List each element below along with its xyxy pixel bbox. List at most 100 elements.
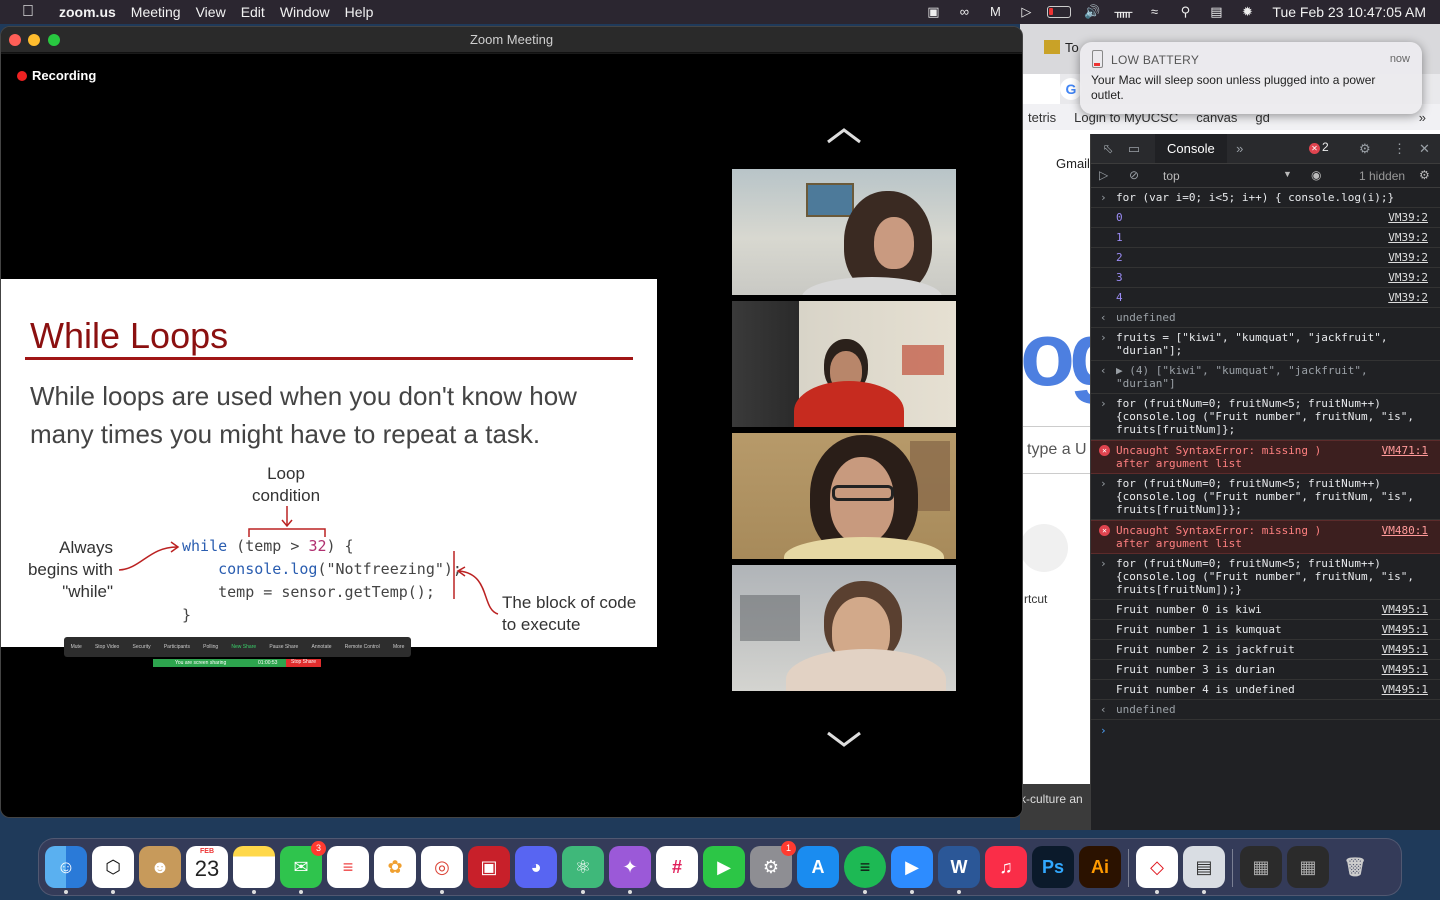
dock-reminders-icon[interactable]: ≡: [327, 846, 369, 888]
source-link[interactable]: VM495:1: [1382, 623, 1428, 636]
close-window-button[interactable]: [9, 34, 21, 46]
dock-photoshop-icon[interactable]: Ps: [1032, 846, 1074, 888]
participant-video-tile[interactable]: [732, 565, 956, 691]
siri-icon[interactable]: ✹: [1237, 5, 1257, 19]
console-row[interactable]: 0 VM39:2: [1091, 208, 1440, 228]
app-menu[interactable]: zoom.us: [59, 4, 128, 20]
participant-video-tile[interactable]: [732, 301, 956, 427]
dock-system-preferences-icon[interactable]: ⚙ 1: [750, 841, 796, 888]
console-row[interactable]: › fruits = ["kiwi", "kumquat", "jackfruit…: [1091, 328, 1440, 361]
dock-messages-icon[interactable]: ✉ 3: [280, 841, 326, 894]
console-row[interactable]: › for (fruitNum=0; fruitNum<5; fruitNum++…: [1091, 554, 1440, 600]
console-row[interactable]: ‹ ▶ (4) ["kiwi", "kumquat", "jackfruit", …: [1091, 361, 1440, 394]
console-row[interactable]: 1 VM39:2: [1091, 228, 1440, 248]
creative-cloud-icon[interactable]: ∞: [954, 5, 974, 19]
console-row[interactable]: Fruit number 1 is kumquat VM495:1: [1091, 620, 1440, 640]
bookmarks-overflow-icon[interactable]: »: [1419, 110, 1426, 125]
menu-help[interactable]: Help: [345, 4, 386, 20]
dock-atom-icon[interactable]: ⚛: [562, 846, 604, 894]
source-link[interactable]: VM495:1: [1382, 683, 1428, 696]
sidebar-toggle-icon[interactable]: ▷: [1099, 168, 1108, 182]
menu-view[interactable]: View: [196, 4, 238, 20]
console-row[interactable]: Fruit number 0 is kiwi VM495:1: [1091, 600, 1440, 620]
dock-finder-icon[interactable]: ☺: [45, 846, 87, 894]
malwarebytes-icon[interactable]: M: [985, 5, 1005, 19]
add-shortcut-label[interactable]: rtcut: [1024, 592, 1047, 606]
more-tabs-icon[interactable]: »: [1227, 141, 1253, 156]
settings-gear-icon[interactable]: ⚙: [1359, 141, 1371, 157]
source-link[interactable]: VM495:1: [1382, 643, 1428, 656]
dock-facetime-icon[interactable]: ▶: [703, 846, 745, 888]
minimize-window-button[interactable]: [28, 34, 40, 46]
dock-photos-icon[interactable]: ✿: [374, 846, 416, 888]
source-link[interactable]: VM495:1: [1382, 663, 1428, 676]
console-row[interactable]: ‹ undefined: [1091, 308, 1440, 328]
console-row[interactable]: 4 VM39:2: [1091, 288, 1440, 308]
dock-music-icon[interactable]: ♫: [985, 846, 1027, 888]
console-row[interactable]: Fruit number 4 is undefined VM495:1: [1091, 680, 1440, 700]
low-battery-notification[interactable]: LOW BATTERY now Your Mac will sleep soon…: [1080, 42, 1422, 114]
ucsc-tab[interactable]: To: [1044, 40, 1079, 55]
dock-photo-booth-icon[interactable]: ▣: [468, 846, 510, 888]
kebab-menu-icon[interactable]: ⋮: [1393, 141, 1406, 157]
console-row[interactable]: › for (fruitNum=0; fruitNum<5; fruitNum++…: [1091, 394, 1440, 440]
tab-console[interactable]: Console: [1155, 134, 1227, 163]
console-row[interactable]: 3 VM39:2: [1091, 268, 1440, 288]
console-row[interactable]: ‹ undefined: [1091, 700, 1440, 720]
device-toolbar-icon[interactable]: ▭: [1121, 141, 1147, 157]
bluetooth-icon[interactable]: ᚅ: [1113, 5, 1133, 19]
inspect-element-icon[interactable]: ⬁: [1095, 141, 1121, 157]
source-link[interactable]: VM471:1: [1382, 444, 1428, 457]
dock-window-icon[interactable]: ▦: [1240, 846, 1282, 888]
gallery-scroll-down-icon[interactable]: [824, 729, 864, 749]
dock-github-desktop-icon[interactable]: ✦: [609, 846, 651, 894]
source-link[interactable]: VM480:1: [1382, 524, 1428, 537]
menubar-clock[interactable]: Tue Feb 23 10:47:05 AM: [1272, 4, 1426, 20]
participant-video-tile[interactable]: [732, 169, 956, 295]
bookmark-tetris[interactable]: tetris: [1028, 110, 1056, 125]
spotlight-search-icon[interactable]: ⚲: [1175, 5, 1195, 19]
control-center-icon[interactable]: ▤: [1206, 5, 1226, 19]
menu-window[interactable]: Window: [280, 4, 342, 20]
console-prompt-input[interactable]: ›: [1091, 720, 1440, 737]
screen-record-icon[interactable]: ▣: [923, 5, 943, 19]
source-link[interactable]: VM39:2: [1388, 291, 1428, 304]
hidden-count[interactable]: 1 hidden: [1359, 169, 1405, 183]
source-link[interactable]: VM39:2: [1388, 211, 1428, 224]
dock-contacts-icon[interactable]: ☻: [139, 846, 181, 888]
gallery-scroll-up-icon[interactable]: [824, 126, 864, 146]
close-devtools-icon[interactable]: ✕: [1419, 141, 1430, 157]
dock-trash-icon[interactable]: 🗑: [1334, 846, 1376, 888]
context-selector[interactable]: top: [1163, 169, 1180, 183]
participant-video-tile[interactable]: [732, 433, 956, 559]
menu-edit[interactable]: Edit: [241, 4, 277, 20]
console-row[interactable]: Fruit number 2 is jackfruit VM495:1: [1091, 640, 1440, 660]
source-link[interactable]: VM39:2: [1388, 271, 1428, 284]
battery-icon[interactable]: [1047, 6, 1072, 18]
source-link[interactable]: VM495:1: [1382, 603, 1428, 616]
console-row[interactable]: › for (var i=0; i<5; i++) { console.log(i…: [1091, 188, 1440, 208]
context-dropdown-icon[interactable]: ▼: [1283, 169, 1292, 179]
source-link[interactable]: VM39:2: [1388, 231, 1428, 244]
shortcut-circle[interactable]: [1020, 524, 1068, 572]
console-row[interactable]: Fruit number 3 is durian VM495:1: [1091, 660, 1440, 680]
dock-unity-hub-icon[interactable]: ⬡: [92, 846, 134, 894]
dock-window-icon[interactable]: ▦: [1287, 846, 1329, 888]
gmail-link[interactable]: Gmail: [1056, 156, 1090, 171]
dock-acrobat-icon[interactable]: ◇: [1136, 846, 1178, 894]
dock-app-store-icon[interactable]: A: [797, 846, 839, 888]
dock-illustrator-icon[interactable]: Ai: [1079, 846, 1121, 888]
clear-console-icon[interactable]: ⊘: [1129, 168, 1139, 182]
zoom-window-button[interactable]: [48, 34, 60, 46]
console-row[interactable]: › for (fruitNum=0; fruitNum<5; fruitNum++…: [1091, 474, 1440, 520]
console-error-row[interactable]: ✕ Uncaught SyntaxError: missing ) after a…: [1091, 440, 1440, 474]
source-link[interactable]: VM39:2: [1388, 251, 1428, 264]
play-icon[interactable]: ▷: [1016, 5, 1036, 19]
live-expression-eye-icon[interactable]: ◉: [1311, 168, 1321, 182]
dock-zoom-icon[interactable]: ▶: [891, 846, 933, 894]
dock-spotify-icon[interactable]: ≡: [844, 846, 886, 894]
google-search-input[interactable]: type a U: [1020, 426, 1094, 474]
apple-menu-icon[interactable]: : [0, 3, 56, 21]
volume-icon[interactable]: 🔊: [1082, 5, 1102, 19]
dock-slack-icon[interactable]: #: [656, 846, 698, 888]
